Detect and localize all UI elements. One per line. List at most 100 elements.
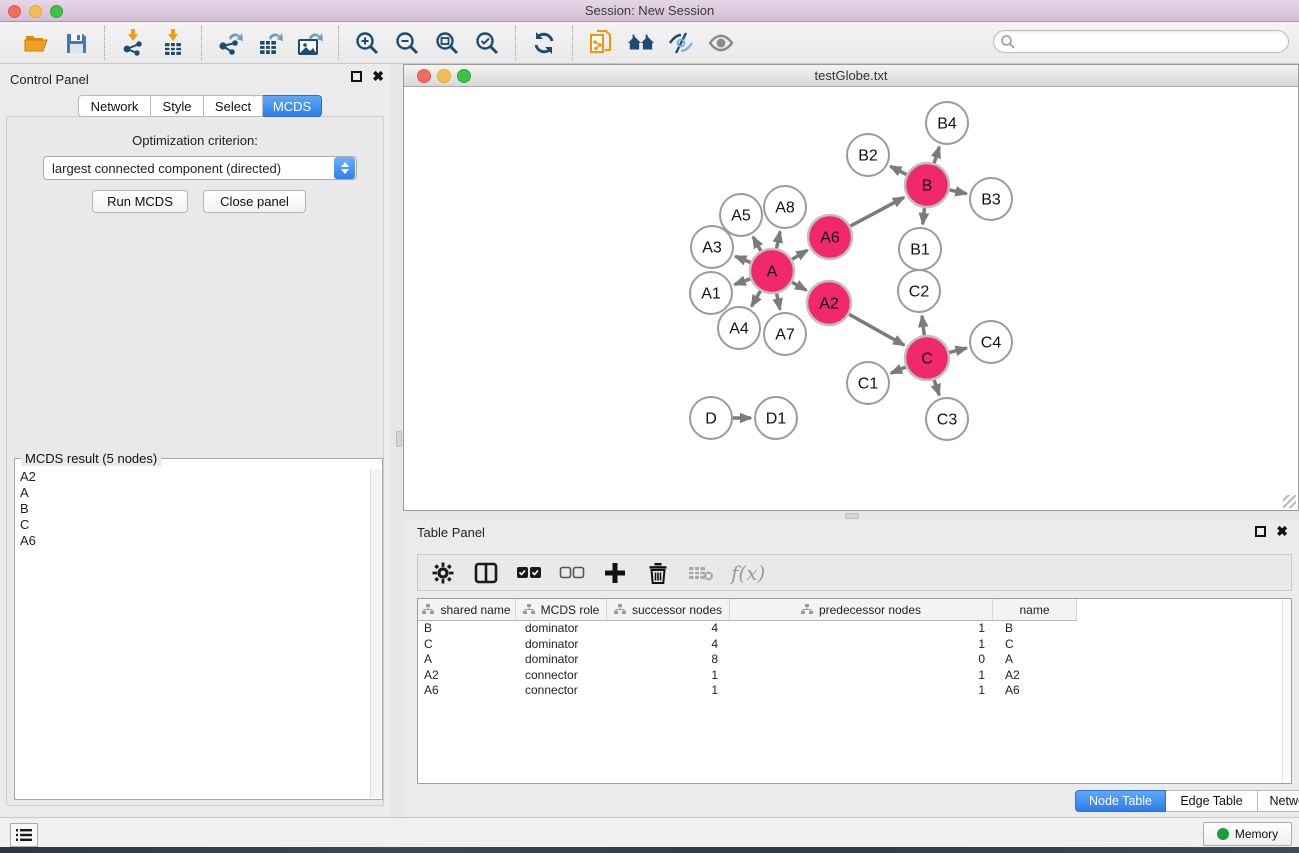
tab-mcds[interactable]: MCDS <box>263 95 322 117</box>
save-icon[interactable] <box>62 29 90 57</box>
mcds-result-item[interactable]: A6 <box>20 533 370 549</box>
network-zoom-icon[interactable] <box>457 69 471 83</box>
network-canvas[interactable]: B4 B2 B B3 A8A5 A6 B1 A3 A C2 A1 A2 A4A7 C4 C C1 C3 D D1 <box>404 87 1298 510</box>
table-row[interactable]: Cdominator41C <box>418 637 1291 653</box>
node-A8[interactable]: A8 <box>764 186 806 228</box>
node-D1[interactable]: D1 <box>755 397 797 439</box>
edge-A2-C[interactable] <box>849 314 904 345</box>
node-B4[interactable]: B4 <box>926 102 968 144</box>
mcds-result-item[interactable]: A <box>20 485 370 501</box>
import-table-icon[interactable] <box>159 29 187 57</box>
zoom-in-icon[interactable] <box>353 29 381 57</box>
node-C2[interactable]: C2 <box>898 270 940 312</box>
task-history-button[interactable] <box>10 823 38 847</box>
node-A[interactable]: A <box>750 249 794 293</box>
search-input[interactable] <box>993 30 1289 53</box>
node-C[interactable]: C <box>905 336 949 380</box>
tab-node-table[interactable]: Node Table <box>1075 790 1166 812</box>
table-row[interactable]: A2connector11A2 <box>418 668 1291 684</box>
zoom-window-icon[interactable] <box>50 5 63 18</box>
edge-B-B1[interactable] <box>923 208 925 224</box>
edge-A-A1[interactable] <box>735 279 751 285</box>
edge-C-C2[interactable] <box>922 316 924 335</box>
table-row[interactable]: Adominator80A <box>418 652 1291 668</box>
optimization-criterion-select[interactable]: largest connected component (directed) <box>43 156 357 180</box>
edge-A-A7[interactable] <box>777 294 780 310</box>
edge-B-B4[interactable] <box>934 147 939 163</box>
mcds-result-item[interactable]: A2 <box>20 469 370 485</box>
edge-A-A5[interactable] <box>753 237 761 251</box>
tab-network-table[interactable]: Network Table <box>1258 790 1299 812</box>
mcds-result-item[interactable]: B <box>20 501 370 517</box>
window-resize-grip[interactable] <box>1283 495 1296 508</box>
mcds-result-item[interactable]: C <box>20 517 370 533</box>
zoom-out-icon[interactable] <box>393 29 421 57</box>
edge-B-B2[interactable] <box>890 166 906 174</box>
select-all-icon[interactable] <box>516 560 542 586</box>
minimize-window-icon[interactable] <box>29 5 42 18</box>
function-builder-icon[interactable]: f(x) <box>731 561 765 585</box>
node-A6[interactable]: A6 <box>808 215 852 259</box>
column-header-successor-nodes[interactable]: successor nodes <box>607 599 730 621</box>
delete-table-icon[interactable] <box>688 560 714 586</box>
node-A7[interactable]: A7 <box>764 313 806 355</box>
tab-select[interactable]: Select <box>204 95 263 117</box>
node-A4[interactable]: A4 <box>718 307 760 349</box>
session-files-icon[interactable] <box>587 29 615 57</box>
export-image-icon[interactable] <box>296 29 324 57</box>
import-network-icon[interactable] <box>119 29 147 57</box>
close-panel-button[interactable]: Close panel <box>203 190 306 213</box>
table-row[interactable]: A6connector11A6 <box>418 683 1291 699</box>
select-columns-icon[interactable] <box>473 560 499 586</box>
memory-button[interactable]: Memory <box>1203 822 1292 846</box>
node-A5[interactable]: A5 <box>720 194 762 236</box>
delete-column-icon[interactable] <box>645 560 671 586</box>
deselect-all-icon[interactable] <box>559 560 585 586</box>
network-minimize-icon[interactable] <box>437 69 451 83</box>
table-close-panel-icon[interactable]: ✖ <box>1276 526 1288 537</box>
mcds-result-list[interactable]: A2ABCA6 <box>16 469 370 798</box>
vertical-splitter-handle[interactable] <box>396 431 402 447</box>
refresh-icon[interactable] <box>530 29 558 57</box>
network-close-icon[interactable] <box>417 69 431 83</box>
run-mcds-button[interactable]: Run MCDS <box>92 190 188 213</box>
node-A2[interactable]: A2 <box>807 281 851 325</box>
node-C1[interactable]: C1 <box>847 362 889 404</box>
node-A3[interactable]: A3 <box>691 226 733 268</box>
edge-A6-B[interactable] <box>850 197 904 226</box>
network-window-titlebar[interactable]: testGlobe.txt <box>404 65 1298 87</box>
node-C3[interactable]: C3 <box>926 398 968 440</box>
mcds-result-scrollbar[interactable] <box>370 469 381 798</box>
add-column-icon[interactable] <box>602 560 628 586</box>
edge-C-C3[interactable] <box>934 380 939 395</box>
edge-A-A4[interactable] <box>752 291 761 306</box>
edge-A-A8[interactable] <box>777 231 780 248</box>
edge-C-C4[interactable] <box>949 348 966 352</box>
export-table-icon[interactable] <box>256 29 284 57</box>
edge-C-C1[interactable] <box>891 367 906 373</box>
column-header-mcds-role[interactable]: MCDS role <box>516 599 607 621</box>
node-B2[interactable]: B2 <box>847 134 889 176</box>
gear-icon[interactable] <box>430 560 456 586</box>
node-A1[interactable]: A1 <box>690 272 732 314</box>
edge-B-B3[interactable] <box>949 190 966 194</box>
zoom-fit-icon[interactable] <box>433 29 461 57</box>
column-header-predecessor-nodes[interactable]: predecessor nodes <box>730 599 993 621</box>
column-header-shared-name[interactable]: shared name <box>418 599 516 621</box>
horizontal-splitter-handle[interactable] <box>845 513 859 519</box>
edge-A-A2[interactable] <box>792 282 806 290</box>
column-header-name[interactable]: name <box>993 599 1077 621</box>
edge-A-A6[interactable] <box>792 250 808 259</box>
node-D[interactable]: D <box>690 397 732 439</box>
show-graphics-icon[interactable] <box>707 29 735 57</box>
edge-A-A3[interactable] <box>735 256 750 262</box>
node-C4[interactable]: C4 <box>970 321 1012 363</box>
node-B3[interactable]: B3 <box>970 178 1012 220</box>
zoom-selected-icon[interactable] <box>473 29 501 57</box>
node-B1[interactable]: B1 <box>899 228 941 270</box>
table-scrollbar[interactable] <box>1282 599 1291 783</box>
hide-graphics-icon[interactable] <box>667 29 695 57</box>
node-B[interactable]: B <box>905 163 949 207</box>
open-folder-icon[interactable] <box>22 29 50 57</box>
table-float-panel-icon[interactable] <box>1255 526 1266 537</box>
